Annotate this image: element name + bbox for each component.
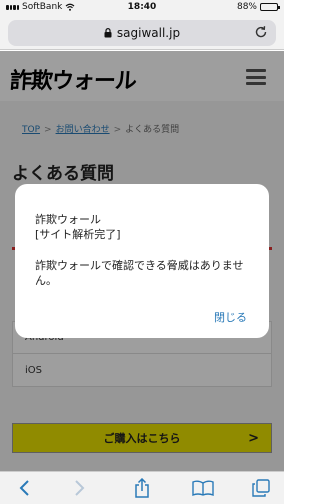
dialog-title: 詐欺ウォール [35,213,101,226]
close-button[interactable]: 閉じる [214,310,247,325]
url-text: sagiwall.jp [116,26,181,40]
reload-icon[interactable] [254,25,268,39]
back-arrow-icon[interactable] [14,478,36,498]
dialog-subtitle: [サイト解析完了] [35,228,121,241]
browser-toolbar [0,471,284,504]
browser-address-area: sagiwall.jp [0,16,284,50]
lock-icon [104,28,112,38]
share-icon[interactable] [131,478,153,498]
forward-arrow-icon[interactable] [68,478,90,498]
battery-group: 88% [236,2,280,12]
address-bar[interactable]: sagiwall.jp [8,20,276,46]
battery-percent: 88% [236,2,257,12]
tabs-icon[interactable] [250,478,272,498]
status-bar: SoftBank 18:40 88% [0,0,284,16]
battery-icon [260,3,280,11]
book-icon[interactable] [192,478,214,498]
dialog-message: 詐欺ウォールで確認できる脅威はありません。 [35,259,244,287]
alert-dialog: 詐欺ウォール [サイト解析完了] 詐欺ウォールで確認できる脅威はありません。 閉… [15,184,269,338]
